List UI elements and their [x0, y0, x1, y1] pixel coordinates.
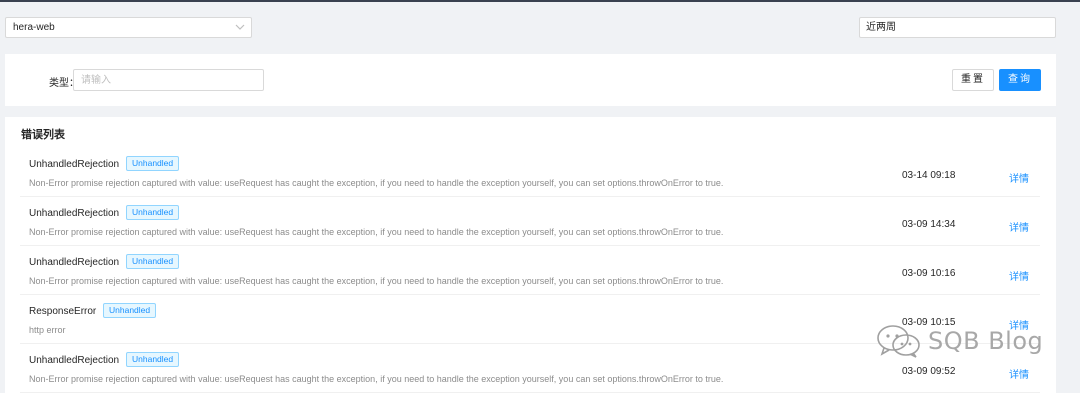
status-badge: Unhandled	[126, 156, 180, 171]
error-time: 03-09 09:52	[902, 366, 956, 377]
error-message: Non-Error promise rejection captured wit…	[29, 178, 724, 188]
detail-link[interactable]: 详情	[1009, 268, 1029, 283]
wechat-icon	[877, 325, 920, 358]
error-time: 03-14 09:18	[902, 170, 956, 181]
error-message: Non-Error promise rejection captured wit…	[29, 227, 724, 237]
query-button[interactable]: 查询	[999, 69, 1041, 91]
app-select[interactable]: hera-web	[5, 17, 252, 38]
top-border	[0, 0, 1080, 2]
date-range-picker[interactable]: 近两周	[859, 17, 1056, 38]
app-select-value: hera-web	[13, 22, 55, 33]
error-row: UnhandledRejection Unhandled Non-Error p…	[20, 246, 1040, 295]
date-range-value: 近两周	[866, 22, 896, 33]
error-name: UnhandledRejection	[29, 355, 120, 366]
type-input[interactable]	[73, 69, 264, 91]
error-time: 03-09 14:34	[902, 219, 956, 230]
chevron-down-icon	[235, 24, 245, 30]
watermark: SQB Blog	[876, 324, 1043, 358]
detail-link[interactable]: 详情	[1009, 219, 1029, 234]
error-time: 03-09 10:16	[902, 268, 956, 279]
error-name: UnhandledRejection	[29, 208, 120, 219]
error-list-title: 错误列表	[21, 129, 65, 141]
status-badge: Unhandled	[126, 205, 180, 220]
status-badge: Unhandled	[126, 254, 180, 269]
status-badge: Unhandled	[126, 352, 180, 367]
error-message: http error	[29, 325, 66, 335]
error-message: Non-Error promise rejection captured wit…	[29, 374, 724, 384]
detail-link[interactable]: 详情	[1009, 366, 1029, 381]
error-name: UnhandledRejection	[29, 159, 120, 170]
reset-button[interactable]: 重置	[952, 69, 994, 91]
error-name: ResponseError	[29, 306, 97, 317]
detail-link[interactable]: 详情	[1009, 170, 1029, 185]
error-row: UnhandledRejection Unhandled Non-Error p…	[20, 197, 1040, 246]
status-badge: Unhandled	[103, 303, 157, 318]
error-row: UnhandledRejection Unhandled Non-Error p…	[20, 148, 1040, 197]
error-message: Non-Error promise rejection captured wit…	[29, 276, 724, 286]
error-name: UnhandledRejection	[29, 257, 120, 268]
watermark-text: SQB Blog	[928, 327, 1044, 355]
